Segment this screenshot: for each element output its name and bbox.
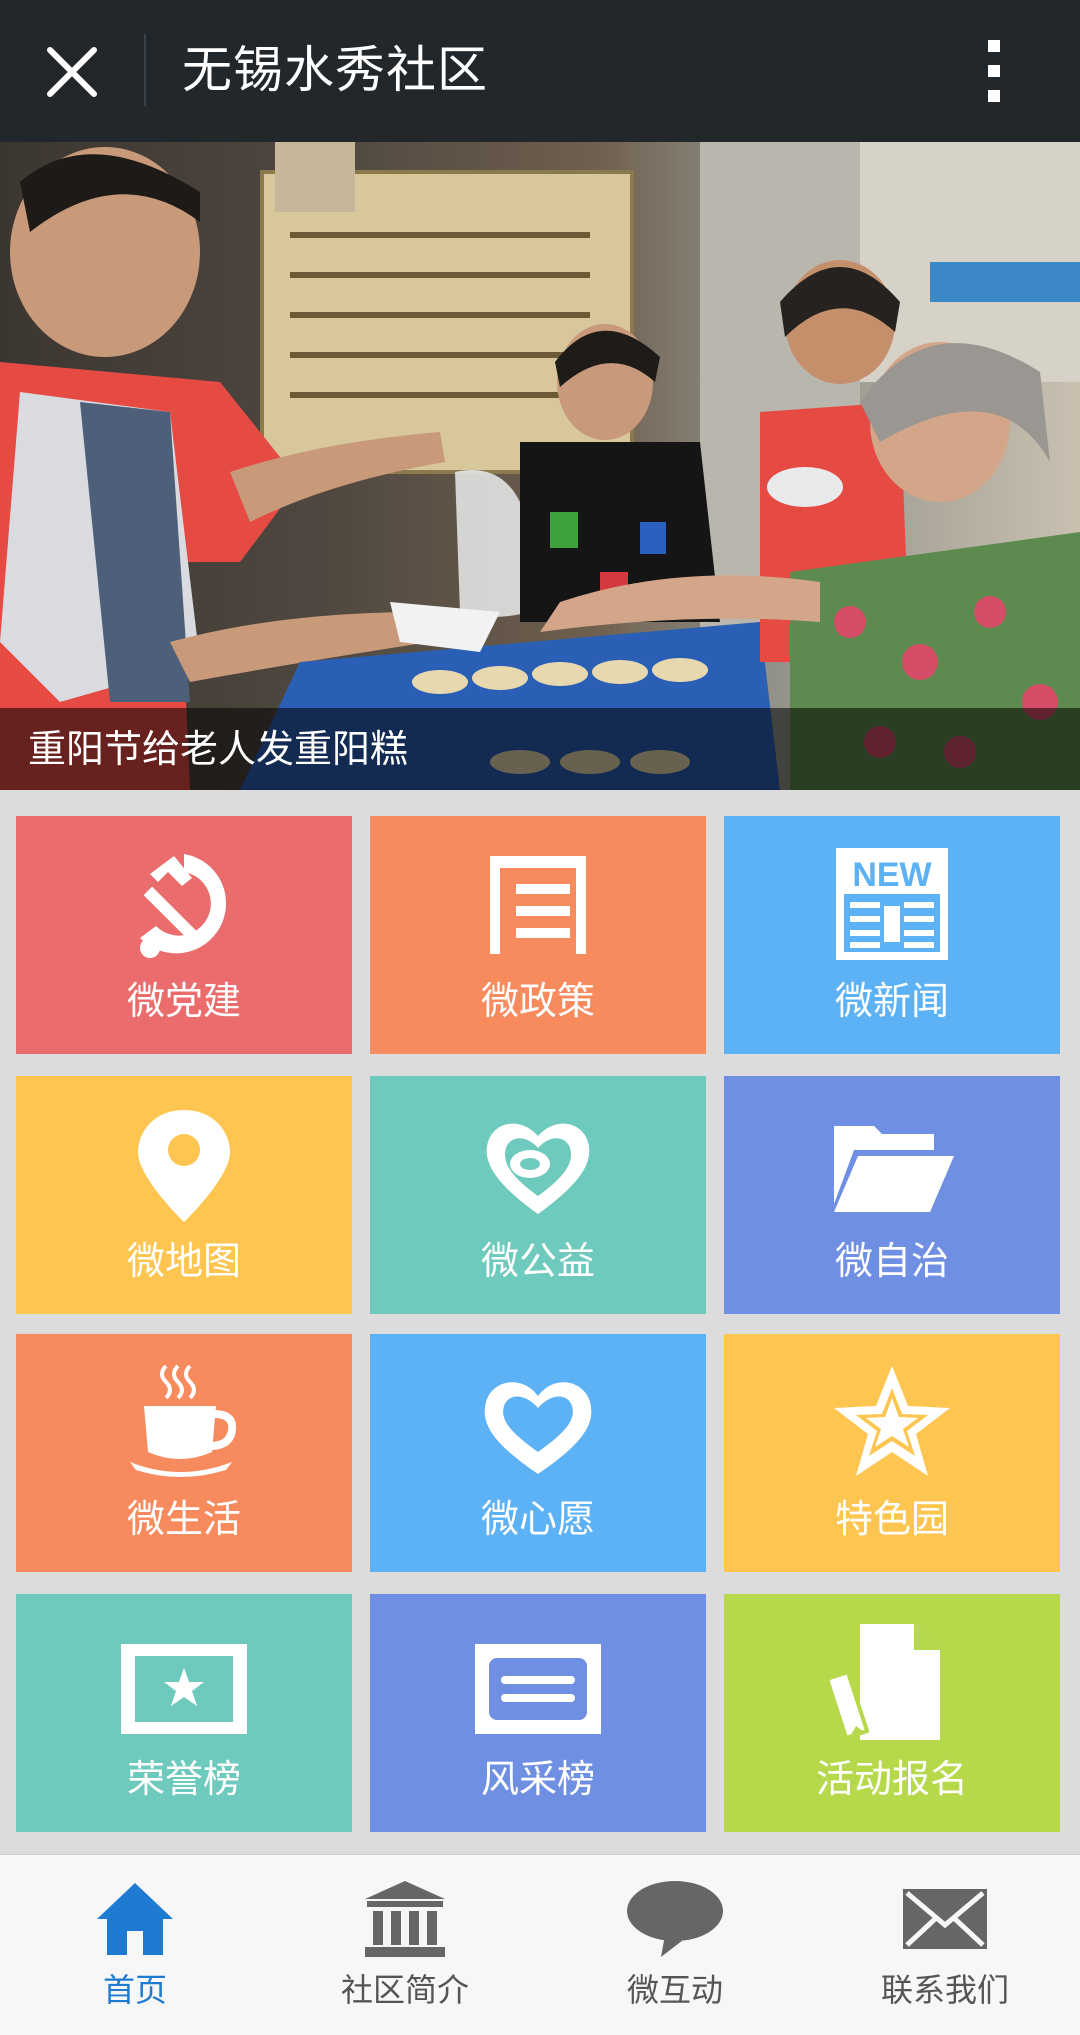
nav-interaction[interactable]: 微互动 bbox=[540, 1855, 810, 2035]
nav-label: 首页 bbox=[102, 1971, 167, 2009]
document-list-icon bbox=[370, 844, 706, 968]
bank-building-icon bbox=[270, 1879, 540, 1963]
page-title: 无锡水秀社区 bbox=[182, 41, 488, 99]
tile-label: 活动报名 bbox=[815, 1757, 968, 1801]
bottom-nav: 首页 社区简介 微互动 联系我们 bbox=[0, 1854, 1080, 2035]
chat-bubble-icon bbox=[540, 1879, 810, 1963]
tile-label: 微生活 bbox=[126, 1497, 241, 1541]
star-icon bbox=[724, 1362, 1060, 1486]
tile-honor[interactable]: 荣誉榜 bbox=[16, 1594, 352, 1832]
nav-label: 微互动 bbox=[626, 1971, 723, 2009]
heart-icon bbox=[370, 1362, 706, 1486]
tile-label: 微新闻 bbox=[834, 979, 949, 1023]
home-icon bbox=[0, 1879, 270, 1963]
tile-label: 特色园 bbox=[834, 1497, 949, 1541]
tile-label: 微自治 bbox=[834, 1239, 949, 1283]
nav-home[interactable]: 首页 bbox=[0, 1855, 270, 2035]
tile-label: 微地图 bbox=[126, 1239, 241, 1283]
tile-policy[interactable]: 微政策 bbox=[370, 816, 706, 1054]
top-bar: 无锡水秀社区 bbox=[0, 0, 1080, 142]
feature-grid: 微党建 微政策 NEW 微新闻 微地图 微公益 微自治 微生活 微心愿 特色园 … bbox=[0, 790, 1080, 1854]
nav-contact[interactable]: 联系我们 bbox=[810, 1855, 1080, 2035]
banner-caption: 重阳节给老人发重阳糕 bbox=[0, 708, 1080, 790]
tile-signup[interactable]: 活动报名 bbox=[724, 1594, 1060, 1832]
tile-life[interactable]: 微生活 bbox=[16, 1334, 352, 1572]
hammer-sickle-icon bbox=[16, 844, 352, 968]
svg-text:NEW: NEW bbox=[852, 856, 932, 894]
newspaper-icon: NEW bbox=[724, 844, 1060, 968]
certificate-star-icon bbox=[16, 1622, 352, 1746]
document-pencil-icon bbox=[724, 1622, 1060, 1746]
tile-charity[interactable]: 微公益 bbox=[370, 1076, 706, 1314]
map-pin-icon bbox=[16, 1104, 352, 1228]
tile-party-building[interactable]: 微党建 bbox=[16, 816, 352, 1054]
tile-autonomy[interactable]: 微自治 bbox=[724, 1076, 1060, 1314]
banner-carousel[interactable]: 重阳节给老人发重阳糕 bbox=[0, 142, 1080, 790]
tile-news[interactable]: NEW 微新闻 bbox=[724, 816, 1060, 1054]
card-lines-icon bbox=[370, 1622, 706, 1746]
header-divider bbox=[144, 34, 146, 106]
charity-heart-icon bbox=[370, 1104, 706, 1228]
nav-label: 社区简介 bbox=[340, 1971, 469, 2009]
more-vertical-icon[interactable] bbox=[970, 36, 1018, 106]
tile-label: 荣誉榜 bbox=[126, 1757, 241, 1801]
close-icon[interactable] bbox=[40, 40, 104, 104]
tile-style[interactable]: 风采榜 bbox=[370, 1594, 706, 1832]
tile-label: 微心愿 bbox=[480, 1497, 595, 1541]
tile-wish[interactable]: 微心愿 bbox=[370, 1334, 706, 1572]
coffee-cup-icon bbox=[16, 1362, 352, 1486]
tile-featured[interactable]: 特色园 bbox=[724, 1334, 1060, 1572]
folder-icon bbox=[724, 1104, 1060, 1228]
envelope-icon bbox=[810, 1879, 1080, 1963]
tile-label: 风采榜 bbox=[480, 1757, 595, 1801]
tile-label: 微公益 bbox=[480, 1239, 595, 1283]
nav-community-intro[interactable]: 社区简介 bbox=[270, 1855, 540, 2035]
banner-photo bbox=[0, 142, 1080, 790]
nav-label: 联系我们 bbox=[880, 1971, 1009, 2009]
tile-map[interactable]: 微地图 bbox=[16, 1076, 352, 1314]
tile-label: 微政策 bbox=[480, 979, 595, 1023]
tile-label: 微党建 bbox=[126, 979, 241, 1023]
